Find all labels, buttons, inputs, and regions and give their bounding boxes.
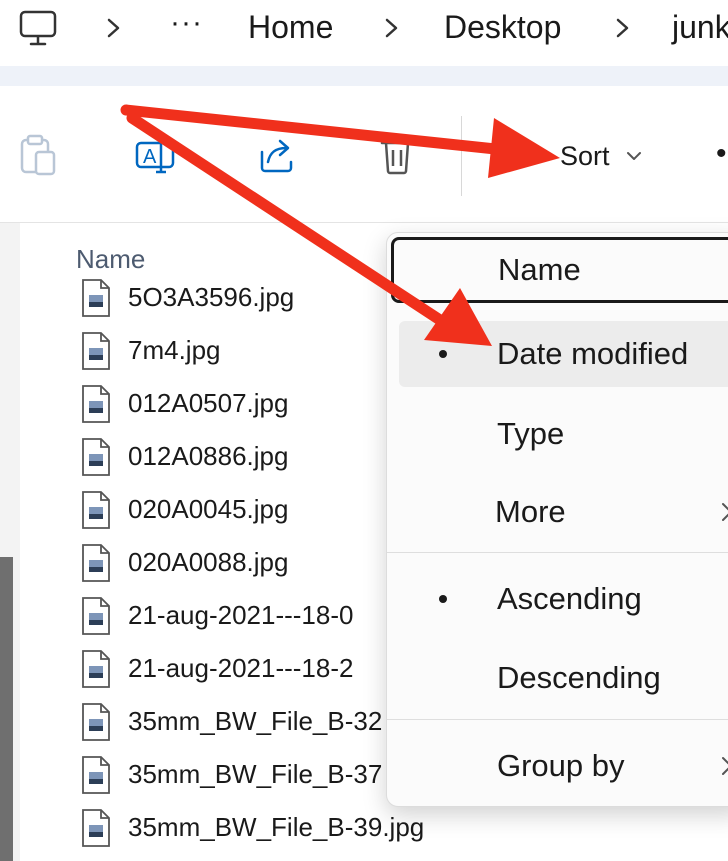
monitor-icon[interactable] — [19, 9, 57, 47]
breadcrumb-desktop[interactable]: Desktop — [444, 8, 561, 46]
breadcrumb-overflow-button[interactable]: ··· — [170, 8, 203, 38]
file-name: 020A0088.jpg — [128, 547, 289, 577]
toolbar-band — [0, 66, 728, 86]
sort-menu-item-name[interactable]: Name — [391, 237, 728, 303]
file-name: 012A0507.jpg — [128, 388, 289, 418]
sort-icon — [521, 147, 541, 165]
file-row[interactable]: 35mm_BW_File_B-39.jpg — [80, 801, 440, 854]
image-file-icon — [82, 278, 110, 317]
toolbar-separator — [461, 116, 462, 196]
chevron-right-icon[interactable] — [614, 14, 632, 42]
clipboard-icon[interactable] — [16, 134, 58, 176]
menu-item-label: Ascending — [497, 581, 642, 616]
sort-button-label: Sort — [560, 140, 610, 171]
file-name: 7m4.jpg — [128, 335, 221, 365]
menu-divider — [387, 719, 728, 720]
menu-item-label: Group by — [497, 748, 625, 783]
sort-menu-item-ascending[interactable]: Ascending — [399, 566, 728, 632]
chevron-right-icon[interactable] — [105, 14, 123, 42]
breadcrumb-junk[interactable]: junk — [672, 8, 728, 46]
svg-text:A: A — [143, 146, 157, 168]
chevron-down-icon — [626, 152, 641, 160]
file-name: 5O3A3596.jpg — [128, 282, 295, 312]
chevron-right-icon — [722, 757, 728, 775]
file-name: 21-aug-2021---18-0 — [128, 600, 354, 630]
sort-menu-item-more[interactable]: More — [399, 479, 728, 545]
selected-bullet-icon — [439, 595, 447, 603]
image-file-icon — [82, 543, 110, 582]
sort-menu-item-group-by[interactable]: Group by — [399, 733, 728, 799]
file-name: 35mm_BW_File_B-37 — [128, 759, 383, 789]
command-bar: A Sort • — [0, 86, 728, 223]
navigation-scrollbar[interactable] — [0, 557, 13, 861]
address-bar: ··· Home Desktop junk — [0, 0, 728, 66]
chevron-right-icon[interactable] — [383, 14, 401, 42]
file-name: 012A0886.jpg — [128, 441, 289, 471]
menu-item-label: Type — [497, 416, 565, 451]
sort-menu: Name Date modified Type More Ascending D… — [386, 232, 728, 807]
see-more-button[interactable]: • — [716, 139, 727, 169]
image-file-icon — [82, 755, 110, 794]
selected-bullet-icon — [439, 350, 447, 358]
rename-icon[interactable]: A — [134, 134, 176, 176]
delete-icon[interactable] — [376, 134, 418, 176]
sort-button[interactable]: Sort — [520, 136, 642, 176]
image-file-icon — [82, 702, 110, 741]
menu-divider — [387, 552, 728, 553]
image-file-icon — [82, 490, 110, 529]
image-file-icon — [82, 384, 110, 423]
menu-item-label: Descending — [497, 660, 661, 695]
menu-item-label: Name — [498, 252, 581, 287]
image-file-icon — [82, 649, 110, 688]
sort-menu-item-type[interactable]: Type — [399, 401, 728, 467]
image-file-icon — [82, 331, 110, 370]
image-file-icon — [82, 808, 110, 847]
sort-menu-item-descending[interactable]: Descending — [399, 645, 728, 711]
file-name: 020A0045.jpg — [128, 494, 289, 524]
share-icon[interactable] — [256, 134, 298, 176]
sort-menu-item-date-modified[interactable]: Date modified — [399, 321, 728, 387]
file-name: 35mm_BW_File_B-32 — [128, 706, 383, 736]
breadcrumb-home[interactable]: Home — [248, 8, 333, 46]
image-file-icon — [82, 437, 110, 476]
menu-item-label: More — [495, 494, 566, 529]
chevron-right-icon — [722, 503, 728, 521]
file-name: 21-aug-2021---18-2 — [128, 653, 354, 683]
menu-item-label: Date modified — [497, 336, 689, 371]
image-file-icon — [82, 596, 110, 635]
file-name: 35mm_BW_File_B-39.jpg — [128, 812, 425, 842]
